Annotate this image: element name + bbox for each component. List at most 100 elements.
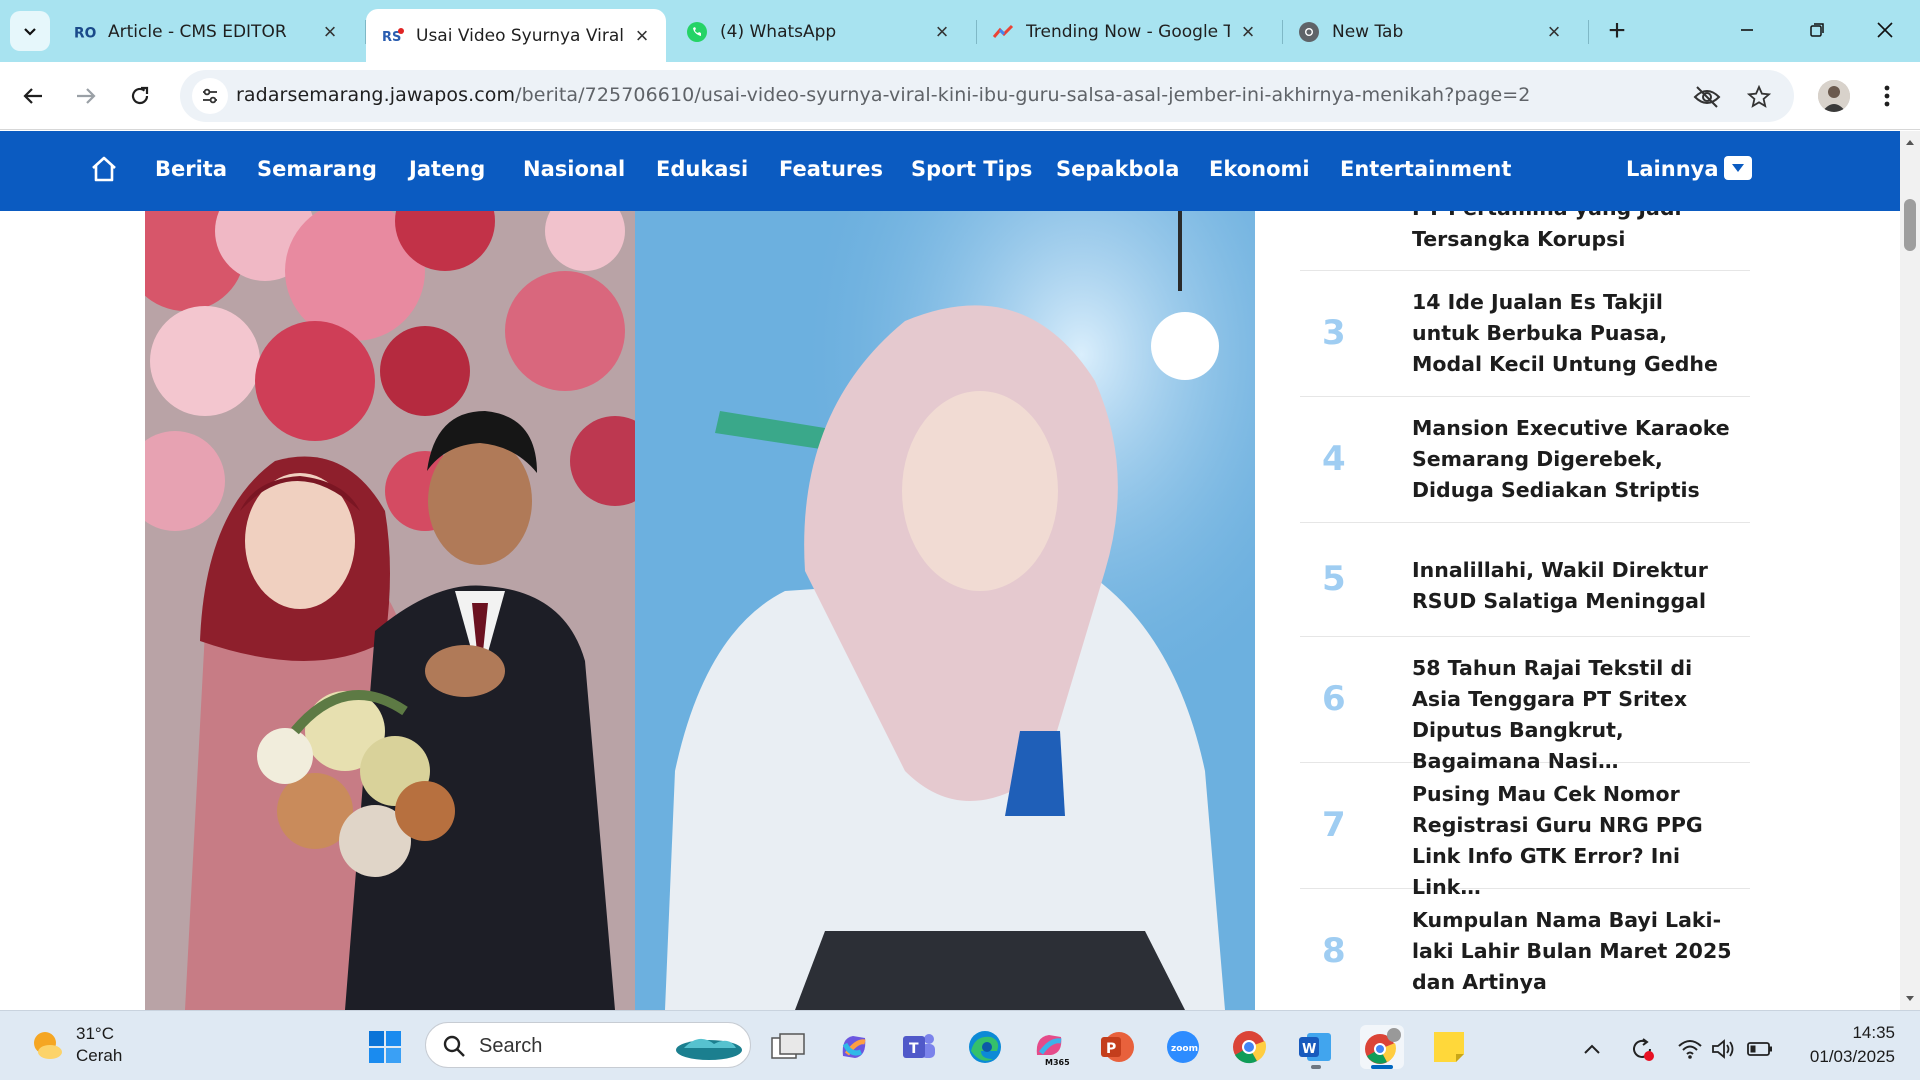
wifi-icon xyxy=(1678,1040,1702,1059)
tab-search-button[interactable] xyxy=(10,11,50,51)
edge-button[interactable] xyxy=(963,1025,1007,1069)
tab-title: New Tab xyxy=(1332,22,1404,42)
task-view-button[interactable] xyxy=(766,1025,810,1069)
tab-usai-video[interactable]: RS Usai Video Syurnya Viral, × xyxy=(366,9,666,62)
minimize-icon xyxy=(1741,29,1753,31)
nav-sepakbola[interactable]: Sepakbola xyxy=(1056,157,1179,181)
browser-menu-button[interactable] xyxy=(1872,78,1902,114)
nav-entertainment[interactable]: Entertainment xyxy=(1340,157,1511,181)
reload-button[interactable] xyxy=(120,76,160,116)
popular-item[interactable]: 6 58 Tahun Rajai Tekstil di Asia Tenggar… xyxy=(1300,637,1750,773)
light-bulb xyxy=(1151,312,1219,380)
tab-divider xyxy=(1588,20,1589,44)
sync-button[interactable] xyxy=(1620,1027,1664,1071)
popular-item-number: 7 xyxy=(1322,805,1346,845)
system-clock[interactable]: 14:35 01/03/2025 xyxy=(1775,1021,1895,1069)
page-content: PT Pertamina yang Jadi Tersangka Korupsi… xyxy=(0,211,1900,1010)
nav-berita[interactable]: Berita xyxy=(155,157,227,181)
search-icon xyxy=(443,1035,465,1057)
forward-button[interactable] xyxy=(66,76,106,116)
nav-nasional[interactable]: Nasional xyxy=(523,157,625,181)
sticky-notes-icon xyxy=(1434,1032,1464,1062)
chevron-up-icon xyxy=(1584,1044,1600,1054)
scrollbar-thumb[interactable] xyxy=(1904,199,1916,251)
word-icon: W xyxy=(1299,1033,1331,1061)
tab-new-tab[interactable]: New Tab × xyxy=(1282,9,1578,55)
sync-icon xyxy=(1633,1038,1654,1061)
tab-trending-now[interactable]: Trending Now - Google T × xyxy=(976,9,1272,55)
powerpoint-button[interactable]: P xyxy=(1095,1025,1139,1069)
avatar-icon xyxy=(1818,80,1850,112)
scroll-up-icon[interactable] xyxy=(1904,137,1916,149)
nav-edukasi[interactable]: Edukasi xyxy=(656,157,748,181)
weather-widget[interactable]: 31°C Cerah xyxy=(28,1023,122,1067)
popular-item-title[interactable]: Innalillahi, Wakil Direktur RSUD Salatig… xyxy=(1412,555,1732,617)
popular-item[interactable]: 7 Pusing Mau Cek Nomor Registrasi Guru N… xyxy=(1300,763,1750,899)
popular-item-title[interactable]: PT Pertamina yang Jadi Tersangka Korupsi xyxy=(1412,211,1732,255)
popular-item-number: 4 xyxy=(1322,439,1346,479)
nav-ekonomi[interactable]: Ekonomi xyxy=(1209,157,1310,181)
m365-button[interactable]: M365 xyxy=(1029,1025,1073,1069)
zoom-button[interactable]: zoom xyxy=(1161,1025,1205,1069)
nav-semarang[interactable]: Semarang xyxy=(257,157,377,181)
url-path: /berita/725706610/usai-video-syurnya-vir… xyxy=(515,84,1531,106)
copilot-button[interactable] xyxy=(832,1025,876,1069)
popular-item-title[interactable]: Kumpulan Nama Bayi Laki-laki Lahir Bulan… xyxy=(1412,905,1732,998)
popular-item-title[interactable]: 58 Tahun Rajai Tekstil di Asia Tenggara … xyxy=(1412,653,1732,777)
svg-text:M365: M365 xyxy=(1045,1058,1070,1067)
page-scrollbar[interactable] xyxy=(1900,131,1920,1010)
close-icon[interactable]: × xyxy=(932,19,952,44)
nav-jateng[interactable]: Jateng xyxy=(409,157,485,181)
nav-features[interactable]: Features xyxy=(779,157,883,181)
popular-item-partial[interactable]: PT Pertamina yang Jadi Tersangka Korupsi xyxy=(1300,211,1750,271)
tab-cms-editor[interactable]: RO Article - CMS EDITOR × xyxy=(58,9,354,55)
search-label: Search xyxy=(479,1035,543,1057)
site-info-button[interactable] xyxy=(192,78,228,114)
minimize-button[interactable] xyxy=(1718,10,1776,50)
article-image[interactable] xyxy=(145,211,1255,1010)
search-highlight-icon xyxy=(676,1038,742,1060)
task-view-icon xyxy=(771,1033,805,1059)
popular-item[interactable]: 4 Mansion Executive Karaoke Semarang Dig… xyxy=(1300,397,1750,523)
more-vert-icon xyxy=(1884,85,1890,107)
popular-item-title[interactable]: Mansion Executive Karaoke Semarang Diger… xyxy=(1412,413,1732,506)
tray-overflow-button[interactable] xyxy=(1570,1027,1614,1071)
popular-item-number: 6 xyxy=(1322,679,1346,719)
chrome-button[interactable] xyxy=(1227,1025,1271,1069)
nav-sport-tips[interactable]: Sport Tips xyxy=(911,157,1032,181)
popular-item[interactable]: 3 14 Ide Jualan Es Takjil untuk Berbuka … xyxy=(1300,271,1750,397)
start-button[interactable] xyxy=(363,1025,407,1069)
close-window-button[interactable] xyxy=(1856,10,1914,50)
profile-avatar[interactable] xyxy=(1818,80,1850,112)
popular-item[interactable]: 8 Kumpulan Nama Bayi Laki-laki Lahir Bul… xyxy=(1300,889,1750,1010)
teams-button[interactable]: T xyxy=(897,1025,941,1069)
word-button[interactable]: W xyxy=(1293,1025,1337,1069)
sun-cloud-icon xyxy=(34,1032,62,1059)
home-icon[interactable] xyxy=(90,155,118,183)
tracking-protection-button[interactable] xyxy=(1692,82,1722,112)
nav-lainnya[interactable]: Lainnya xyxy=(1626,157,1719,181)
scroll-down-icon[interactable] xyxy=(1904,992,1916,1004)
address-bar[interactable]: radarsemarang.jawapos.com/berita/7257066… xyxy=(180,70,1794,122)
whatsapp-favicon-icon xyxy=(686,21,708,43)
restore-button[interactable] xyxy=(1788,10,1846,50)
tab-strip: RO Article - CMS EDITOR × RS Usai Video … xyxy=(0,0,1920,62)
bookmark-button[interactable] xyxy=(1744,82,1774,112)
new-tab-button[interactable]: + xyxy=(1600,14,1634,48)
close-icon[interactable]: × xyxy=(320,19,340,44)
radar-favicon-icon: RS xyxy=(382,25,404,47)
taskbar-search[interactable]: Search xyxy=(425,1022,751,1068)
tab-whatsapp[interactable]: (4) WhatsApp × xyxy=(670,9,966,55)
caret-down-icon[interactable] xyxy=(1724,156,1752,180)
close-icon[interactable]: × xyxy=(632,23,652,48)
sticky-notes-button[interactable] xyxy=(1427,1025,1471,1069)
popular-item-title[interactable]: Pusing Mau Cek Nomor Registrasi Guru NRG… xyxy=(1412,779,1732,903)
close-icon[interactable]: × xyxy=(1544,19,1564,44)
popular-item[interactable]: 5 Innalillahi, Wakil Direktur RSUD Salat… xyxy=(1300,523,1750,637)
back-button[interactable] xyxy=(13,76,53,116)
chrome-profile-button[interactable] xyxy=(1360,1025,1404,1069)
close-icon xyxy=(1877,22,1893,38)
popular-item-title[interactable]: 14 Ide Jualan Es Takjil untuk Berbuka Pu… xyxy=(1412,287,1732,380)
close-icon[interactable]: × xyxy=(1238,19,1258,44)
svg-text:T: T xyxy=(909,1041,919,1057)
